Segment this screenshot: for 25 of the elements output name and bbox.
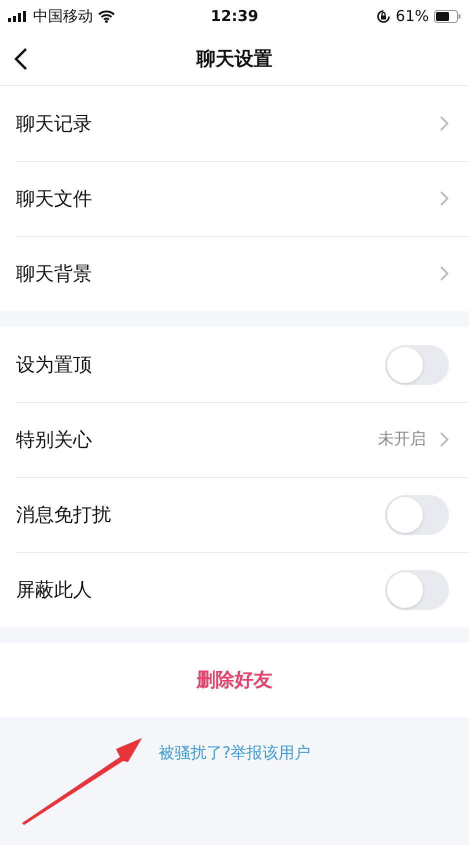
toggle-switch[interactable] — [385, 494, 449, 534]
row-label[interactable]: 聊天背景 — [16, 260, 92, 286]
chevron-icon — [440, 266, 449, 281]
battery-percent: 61% — [396, 7, 429, 25]
row-label[interactable]: 聊天文件 — [16, 186, 92, 212]
delete-friend-button[interactable]: 删除好友 — [0, 643, 469, 717]
toggle-switch[interactable] — [385, 344, 449, 384]
status-time: 12:39 — [210, 7, 258, 25]
back-icon[interactable] — [14, 47, 28, 71]
chevron-icon — [440, 432, 449, 447]
row-label[interactable]: 特别关心 — [16, 426, 92, 452]
row-label[interactable]: 聊天记录 — [16, 110, 92, 136]
row-label[interactable]: 屏蔽此人 — [16, 576, 92, 602]
chevron-icon — [440, 191, 449, 206]
rotation-lock-icon — [376, 8, 391, 24]
page-title: 聊天设置 — [196, 46, 272, 72]
row-value: 未开启 — [378, 429, 426, 450]
chevron-icon — [440, 116, 449, 131]
wifi-icon — [98, 10, 115, 22]
toggle-switch[interactable] — [385, 570, 449, 610]
row-label[interactable]: 设为置顶 — [16, 352, 92, 378]
signal-icon — [8, 10, 28, 22]
battery-icon — [434, 10, 461, 22]
carrier-name: 中国移动 — [33, 6, 93, 26]
row-label[interactable]: 消息免打扰 — [16, 502, 111, 528]
